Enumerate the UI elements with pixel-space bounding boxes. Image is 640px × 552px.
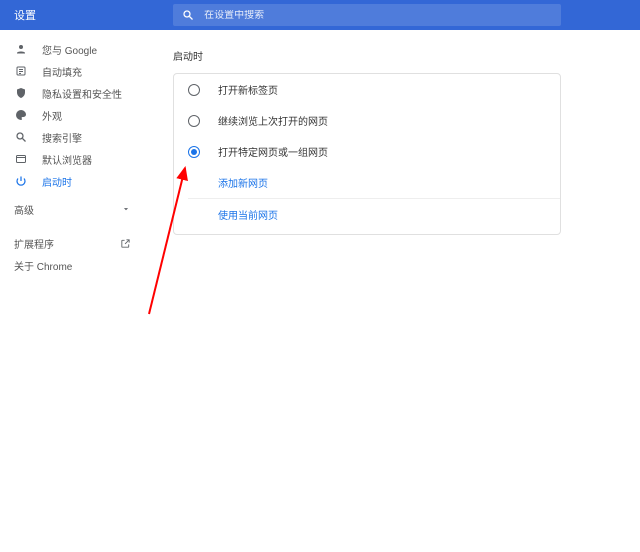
sidebar-item-label: 搜索引擎 xyxy=(42,130,82,145)
radio-label: 继续浏览上次打开的网页 xyxy=(218,113,328,128)
chevron-down-icon xyxy=(121,204,131,214)
radio-icon-selected xyxy=(188,146,200,158)
sidebar-link-label: 扩展程序 xyxy=(14,236,54,251)
autofill-icon xyxy=(14,64,28,78)
page-title: 设置 xyxy=(0,7,173,23)
sidebar-item-you-and-google[interactable]: 您与 Google xyxy=(0,38,145,60)
sidebar-item-label: 启动时 xyxy=(42,174,72,189)
radio-label: 打开特定网页或一组网页 xyxy=(218,144,328,159)
sidebar-advanced[interactable]: 高级 xyxy=(0,198,145,220)
search-icon xyxy=(14,130,28,144)
search-icon xyxy=(181,8,194,22)
shield-icon xyxy=(14,86,28,100)
sidebar-item-privacy[interactable]: 隐私设置和安全性 xyxy=(0,82,145,104)
sidebar-item-search-engine[interactable]: 搜索引擎 xyxy=(0,126,145,148)
main-content: 启动时 打开新标签页 继续浏览上次打开的网页 打开特定网页或一组网页 添加新网页… xyxy=(145,30,640,552)
sidebar-item-autofill[interactable]: 自动填充 xyxy=(0,60,145,82)
sidebar-item-label: 自动填充 xyxy=(42,64,82,79)
sidebar-item-label: 外观 xyxy=(42,108,62,123)
external-link-icon xyxy=(119,237,131,249)
sidebar-item-label: 隐私设置和安全性 xyxy=(42,86,122,101)
use-current-pages-link[interactable]: 使用当前网页 xyxy=(218,199,560,230)
sidebar-item-appearance[interactable]: 外观 xyxy=(0,104,145,126)
sidebar-link-extensions[interactable]: 扩展程序 xyxy=(0,232,145,254)
startup-option-continue[interactable]: 继续浏览上次打开的网页 xyxy=(174,105,560,136)
sidebar-item-on-startup[interactable]: 启动时 xyxy=(0,170,145,192)
sidebar: 您与 Google 自动填充 隐私设置和安全性 外观 搜索引擎 默认浏览器 xyxy=(0,30,145,552)
sidebar-item-default-browser[interactable]: 默认浏览器 xyxy=(0,148,145,170)
radio-icon xyxy=(188,115,200,127)
radio-icon xyxy=(188,84,200,96)
sidebar-advanced-label: 高级 xyxy=(14,202,34,217)
sidebar-item-label: 您与 Google xyxy=(42,42,97,57)
settings-search[interactable] xyxy=(173,4,561,26)
browser-icon xyxy=(14,152,28,166)
startup-card: 打开新标签页 继续浏览上次打开的网页 打开特定网页或一组网页 添加新网页 使用当… xyxy=(173,73,561,235)
sidebar-item-label: 默认浏览器 xyxy=(42,152,92,167)
sidebar-link-about[interactable]: 关于 Chrome xyxy=(0,254,145,276)
header-bar: 设置 xyxy=(0,0,640,30)
power-icon xyxy=(14,174,28,188)
section-title: 启动时 xyxy=(173,48,612,63)
palette-icon xyxy=(14,108,28,122)
startup-option-new-tab[interactable]: 打开新标签页 xyxy=(174,74,560,105)
radio-label: 打开新标签页 xyxy=(218,82,278,97)
sidebar-link-label: 关于 Chrome xyxy=(14,258,72,273)
person-icon xyxy=(14,42,28,56)
startup-option-specific-pages[interactable]: 打开特定网页或一组网页 xyxy=(174,136,560,167)
search-input[interactable] xyxy=(204,10,553,21)
add-new-page-link[interactable]: 添加新网页 xyxy=(218,167,560,198)
